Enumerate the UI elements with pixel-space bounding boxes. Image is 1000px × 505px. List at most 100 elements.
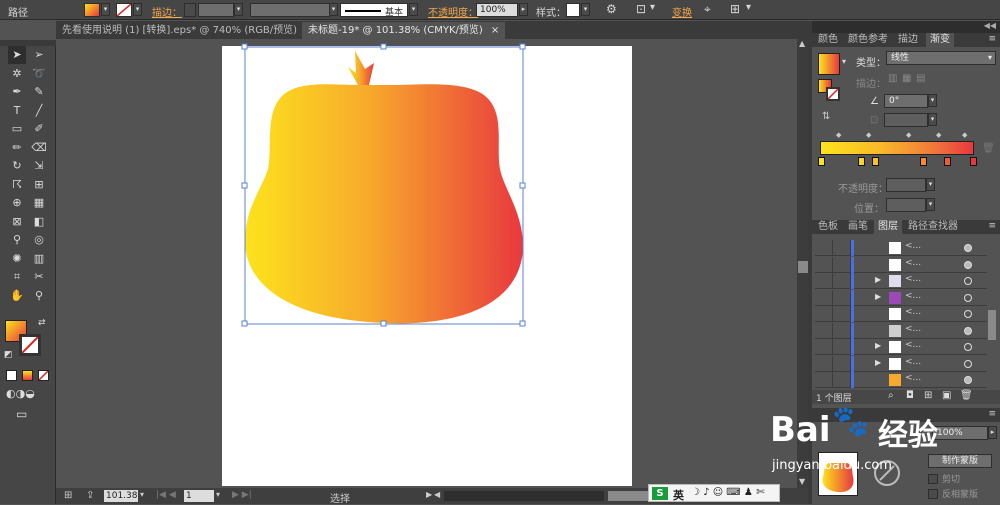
tab-gradient[interactable]: 渐变 [926,33,954,47]
blend-tool[interactable]: ◎ [30,231,48,249]
artboard-dropdown-icon[interactable]: ▾ [216,490,220,499]
invert-mask-checkbox[interactable] [928,489,938,499]
target-icon[interactable] [964,277,972,285]
layers-scroll-thumb[interactable] [988,310,996,340]
sogou-icon[interactable]: S [652,487,668,500]
stop-opacity-dropdown[interactable]: ▾ [926,178,935,191]
scroll-left-icon[interactable]: ◀ [434,490,440,499]
align-dropdown-icon[interactable]: ▾ [650,2,655,13]
transform-link[interactable]: 变换 [672,4,692,19]
arrange-dropdown-icon[interactable]: ▾ [746,2,751,13]
expand-arrow-icon[interactable]: ▶ [875,275,881,284]
magic-wand-tool[interactable]: ✲ [8,65,26,83]
layer-row[interactable]: ▶ <... [815,273,987,289]
layer-row[interactable]: ▶ <... [815,355,987,372]
stroke-stepper[interactable] [184,3,196,17]
stroke-weight-label[interactable]: 描边： [152,4,182,19]
symbol-sprayer-tool[interactable]: ✺ [8,250,26,268]
gradient-stop[interactable] [858,157,865,166]
tab-swatches[interactable]: 色板 [814,220,842,234]
tab-document-2[interactable]: 未标题-19* @ 101.38% (CMYK/预览) × [302,22,506,39]
zoom-input[interactable]: 101.38 [104,490,138,502]
warp-tool[interactable]: ☈ [8,176,26,194]
target-icon[interactable] [964,310,972,318]
default-colors-icon[interactable]: ◩ [4,350,13,360]
brush-style-box[interactable]: 基本 [340,3,408,18]
zoom-tool[interactable]: ⚲ [30,287,48,305]
pen-tool[interactable]: ✒ [8,83,26,101]
lock-toggle[interactable] [833,306,851,322]
stroke-weight-input[interactable] [198,3,234,17]
opacity-label[interactable]: 不透明度： [428,4,478,19]
layer-row[interactable]: ▶ <... [815,289,987,306]
mesh-tool[interactable]: ⊠ [8,213,26,231]
graphic-style-swatch[interactable] [566,3,580,17]
pomegranate-crown-shape[interactable] [348,51,374,87]
free-transform-tool[interactable]: ⊞ [30,176,48,194]
visibility-toggle[interactable] [815,372,833,388]
visibility-toggle[interactable] [815,273,833,289]
export-icon[interactable]: ⇪ [86,490,94,501]
rectangle-tool[interactable]: ▭ [8,120,26,138]
zoom-dropdown-icon[interactable]: ▾ [140,490,144,499]
gradient-mode-icon[interactable] [22,370,33,381]
delete-stop-icon[interactable]: 🗑 [982,143,995,154]
hand-tool[interactable]: ✋ [8,287,26,305]
none-mode-icon[interactable] [38,370,49,381]
tab-brushes[interactable]: 画笔 [844,220,872,234]
gradient-stop[interactable] [944,157,951,166]
stroke-gradient-options[interactable]: ▥ ▦ ▤ [888,73,992,87]
visibility-toggle[interactable] [815,339,833,355]
layer-row[interactable]: ▶ <... [815,339,987,355]
target-icon[interactable] [964,293,972,302]
midpoint-diamond[interactable]: ◆ [836,131,841,139]
gradient-stop[interactable] [970,157,977,166]
angle-dropdown[interactable]: ▾ [928,94,937,107]
layer-name[interactable]: <... [905,274,921,284]
color-mode-icon[interactable] [6,370,17,381]
draw-mode-icon[interactable]: ◐◑◒ [6,387,35,400]
visibility-toggle[interactable] [815,322,833,339]
stroke-across-icon[interactable]: ▤ [916,73,925,84]
curvature-tool[interactable]: ✎ [30,83,48,101]
stroke-indicator[interactable] [826,87,840,101]
visibility-toggle[interactable] [815,240,833,256]
layer-name[interactable]: <... [905,340,921,350]
lasso-tool[interactable]: ➰ [30,65,48,83]
panel-menu-icon[interactable]: ≡ [988,221,996,231]
artboard-number-input[interactable]: 1 [184,490,214,502]
pomegranate-body-shape[interactable] [244,84,524,324]
align-icon[interactable]: ⊡ [636,2,646,16]
expand-arrow-icon[interactable]: ▶ [875,358,881,367]
lock-toggle[interactable] [833,372,851,388]
stop-opacity-input[interactable] [886,178,926,192]
artwork-svg[interactable] [222,39,632,339]
gradient-slider-bar[interactable] [820,141,974,155]
collapse-panels-icon[interactable]: ◀◀ [984,21,996,30]
midpoint-diamond[interactable]: ◆ [866,131,871,139]
expand-arrow-icon[interactable]: ▶ [875,292,881,301]
tab-stroke[interactable]: 描边 [894,33,922,47]
expand-arrow-icon[interactable]: ▶ [875,341,881,350]
lock-toggle[interactable] [833,240,851,256]
lock-toggle[interactable] [833,289,851,306]
tab-document-1[interactable]: 先看使用说明 (1) [转换].eps* @ 740% (RGB/预览)× [56,22,319,39]
slice-tool[interactable]: ✂ [30,268,48,286]
gradient-swatch[interactable] [818,53,840,75]
stop-position-dropdown[interactable]: ▾ [926,198,935,211]
target-icon[interactable] [964,326,972,335]
document-info-icon[interactable]: ⊞ [64,490,72,501]
selection-tool[interactable]: ➤ [8,46,26,64]
tab-pathfinder[interactable]: 路径查找器 [904,220,962,234]
status-menu-icon[interactable]: ▶ [426,490,432,499]
stroke-along-icon[interactable]: ▦ [902,73,911,84]
variable-width-profile[interactable] [250,3,330,17]
visibility-toggle[interactable] [815,355,833,372]
screen-mode-icon[interactable]: ▭ [16,407,27,421]
artboard-tool[interactable]: ⌗ [8,268,26,286]
tab-color-guide[interactable]: 颜色参考 [844,33,892,47]
gradient-type-select[interactable]: 线性 ▾ [886,51,996,65]
type-tool[interactable]: T [8,102,26,120]
eraser-tool[interactable]: ⌫ [30,139,48,157]
first-artboard-icon[interactable]: |◀ ◀ [156,490,176,500]
